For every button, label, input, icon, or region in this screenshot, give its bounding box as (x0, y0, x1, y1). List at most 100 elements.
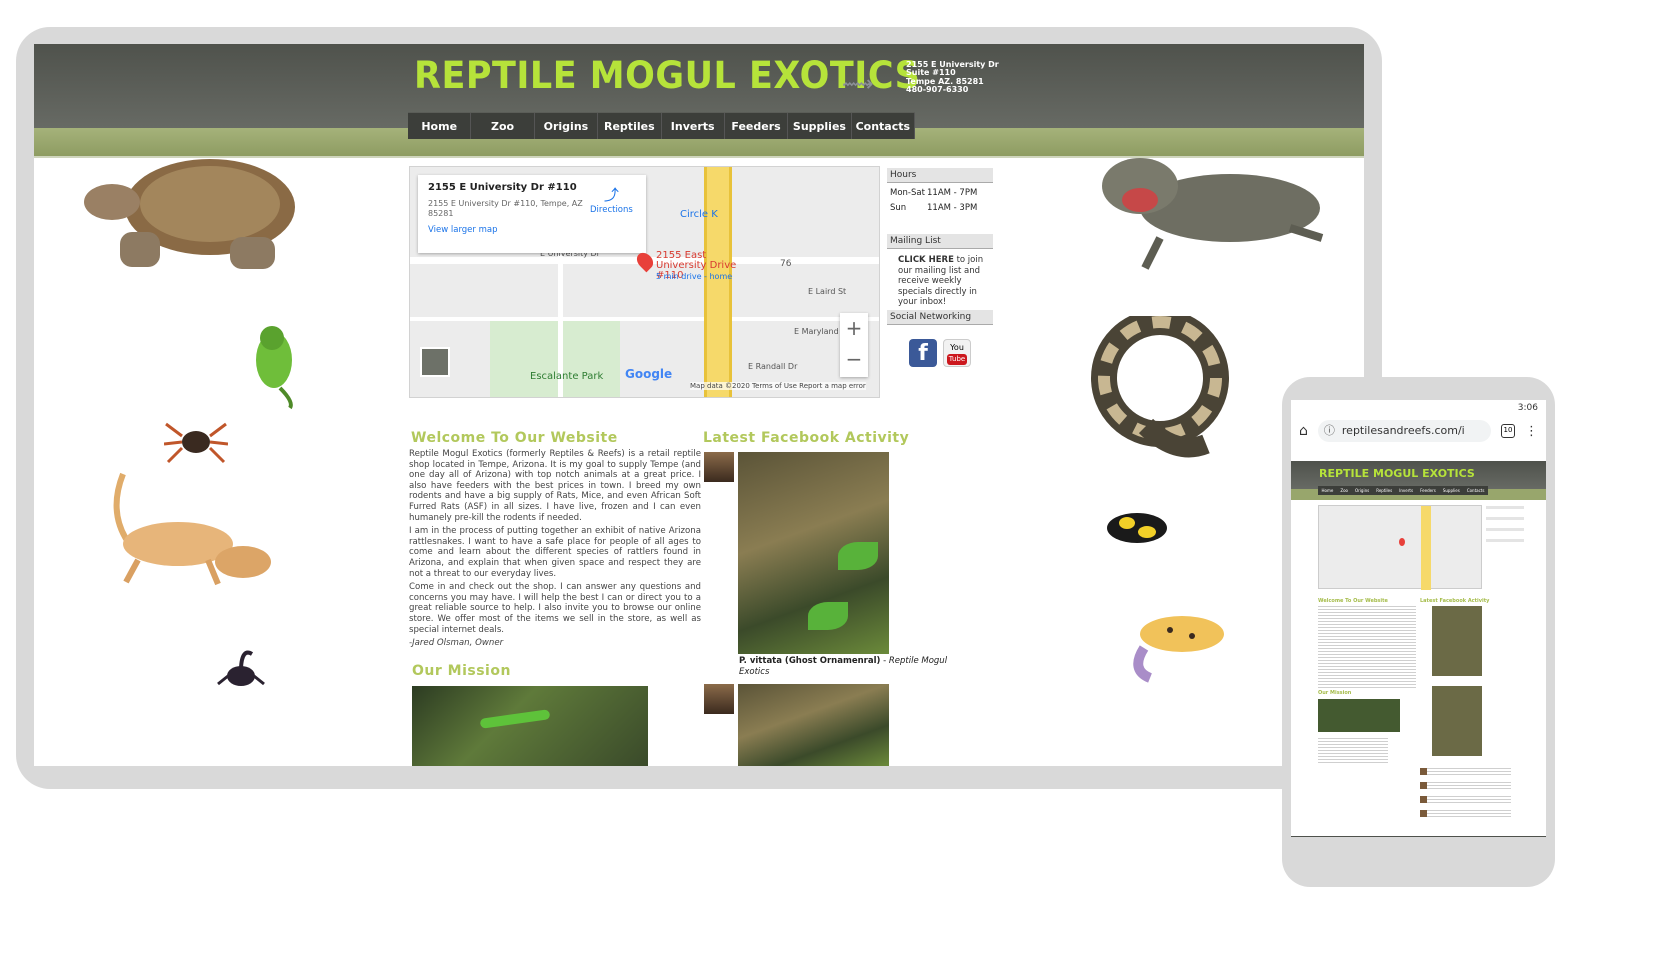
caption-separator: - (880, 656, 889, 666)
phone-map[interactable] (1318, 505, 1482, 590)
phone-welcome-text (1318, 606, 1416, 690)
facebook-post-image[interactable] (738, 684, 889, 766)
phone-fb-image[interactable] (1432, 686, 1482, 756)
phone-nav-item[interactable]: Origins (1355, 486, 1369, 495)
phone-nav-item[interactable]: Contacts (1467, 486, 1485, 495)
map-info-card: 2155 E University Dr #110 2155 E Univers… (418, 175, 646, 253)
nav-origins[interactable]: Origins (535, 113, 599, 139)
youtube-icon-top: You (950, 343, 964, 352)
phone-mission-image (1318, 699, 1400, 732)
phone-nav-item[interactable]: Home (1322, 486, 1334, 495)
directions-button[interactable]: ⤴ Directions (590, 184, 633, 215)
hours-time: 11AM - 7PM (927, 188, 978, 198)
nav-contacts[interactable]: Contacts (852, 113, 915, 139)
gecko-figure (479, 709, 551, 729)
phone-site-logo[interactable]: REPTILE MOGUL EXOTICS (1319, 467, 1475, 480)
info-icon[interactable]: ⓘ (1324, 420, 1335, 442)
phone-fb-post[interactable] (1420, 768, 1511, 776)
zoom-out-button[interactable]: − (840, 344, 868, 375)
scorpion-image (217, 650, 265, 686)
hours-time: 11AM - 3PM (927, 203, 978, 213)
welcome-paragraph: Reptile Mogul Exotics (formerly Reptiles… (409, 449, 701, 523)
facebook-heading: Latest Facebook Activity (703, 430, 910, 446)
phone-nav: Home Zoo Origins Reptiles Inverts Feeder… (1318, 486, 1488, 495)
menu-icon[interactable]: ⋮ (1525, 424, 1538, 439)
phone-nav-item[interactable]: Feeders (1420, 486, 1436, 495)
phone-site-footer (1291, 836, 1546, 837)
tortoise-image (84, 159, 295, 269)
nav-feeders[interactable]: Feeders (725, 113, 789, 139)
map-footer[interactable]: Map data ©2020 Terms of Use Report a map… (690, 382, 866, 390)
browser-toolbar: ⌂ ⓘ reptilesandreefs.com/i 10 ⋮ (1291, 418, 1546, 444)
youtube-icon[interactable]: You Tube (943, 339, 971, 367)
map-card-address: 2155 E University Dr #110, Tempe, AZ 852… (428, 199, 583, 218)
phone-fb-post[interactable] (1420, 782, 1511, 790)
tabs-button[interactable]: 10 (1501, 424, 1515, 438)
address-bar-text: reptilesandreefs.com/i (1341, 424, 1465, 437)
map-road (410, 317, 879, 321)
nav-zoo[interactable]: Zoo (471, 113, 535, 139)
google-map[interactable]: E University Dr Circle K Escalante Park … (409, 166, 880, 398)
leaf-shape (808, 602, 848, 630)
phone-status-bar: 3:06 (1291, 400, 1546, 418)
map-pin-sublabel: 5 min drive - home (656, 272, 733, 281)
map-pin-icon[interactable] (633, 249, 657, 273)
mission-heading: Our Mission (412, 663, 511, 679)
phone-fb-post[interactable] (1420, 810, 1511, 818)
tarantula-image (164, 422, 228, 464)
chameleon-image (256, 326, 293, 410)
phone-side-block (1486, 517, 1524, 520)
social-panel: Social Networking f You Tube (887, 310, 993, 367)
phone-nav-item[interactable]: Supplies (1443, 486, 1460, 495)
welcome-heading: Welcome To Our Website (411, 430, 618, 446)
map-label: Escalante Park (530, 371, 604, 382)
mailing-panel: Mailing List CLICK HERE to join our mail… (887, 234, 993, 308)
nav-inverts[interactable]: Inverts (662, 113, 725, 139)
zoom-in-button[interactable]: + (840, 313, 868, 344)
phone-nav-item[interactable]: Inverts (1399, 486, 1413, 495)
phone-fb-post[interactable] (1420, 796, 1511, 804)
leopard-gecko-image (1133, 616, 1224, 683)
map-satellite-thumb[interactable] (420, 347, 450, 377)
social-title: Social Networking (887, 310, 993, 325)
ball-python-image (1091, 316, 1229, 458)
google-logo: Google (625, 367, 673, 381)
hours-day: Sun (890, 203, 907, 213)
nav-supplies[interactable]: Supplies (788, 113, 852, 139)
phone-mission-text (1318, 738, 1388, 764)
address-bar[interactable]: ⓘ reptilesandreefs.com/i (1317, 420, 1491, 442)
mailing-click-here-link[interactable]: CLICK HERE (898, 255, 954, 265)
phone-map-pin-icon (1399, 538, 1405, 546)
directions-icon: ⤴ (603, 186, 619, 204)
view-larger-map-link[interactable]: View larger map (428, 225, 636, 235)
nav-home[interactable]: Home (408, 113, 472, 139)
phone-nav-item[interactable]: Reptiles (1376, 486, 1392, 495)
dart-frog-image (1107, 513, 1167, 543)
facebook-icon[interactable]: f (909, 339, 937, 367)
phone-sidebar (1486, 506, 1524, 576)
map-park-area (490, 317, 620, 397)
phone-side-block (1486, 506, 1524, 509)
caption-title: P. vittata (Ghost Ornamenral) (739, 656, 881, 666)
welcome-text: Reptile Mogul Exotics (formerly Reptiles… (409, 449, 701, 652)
directions-label: Directions (590, 205, 633, 215)
store-address: 2155 E University Dr Suite #110 Tempe AZ… (906, 60, 999, 95)
mailing-title: Mailing List (887, 234, 993, 249)
social-icons: f You Tube (887, 325, 993, 367)
nav-reptiles[interactable]: Reptiles (598, 113, 662, 139)
status-time: 3:06 (1517, 403, 1538, 413)
welcome-paragraph: I am in the process of putting together … (409, 526, 701, 579)
facebook-avatar[interactable] (704, 452, 734, 482)
map-label: Circle K (680, 209, 718, 220)
map-label: 76 (780, 259, 792, 269)
phone-nav-item[interactable]: Zoo (1340, 486, 1348, 495)
facebook-post-caption: P. vittata (Ghost Ornamenral) - Reptile … (739, 656, 959, 677)
iguana-image (1102, 158, 1324, 270)
home-icon[interactable]: ⌂ (1299, 423, 1308, 439)
bearded-dragon-image (113, 472, 271, 586)
phone-fb-image[interactable] (1432, 606, 1482, 676)
facebook-avatar[interactable] (704, 684, 734, 714)
facebook-post-image[interactable] (738, 452, 889, 654)
hours-title: Hours (887, 168, 993, 183)
hours-row: Sun 11AM - 3PM (887, 203, 993, 213)
